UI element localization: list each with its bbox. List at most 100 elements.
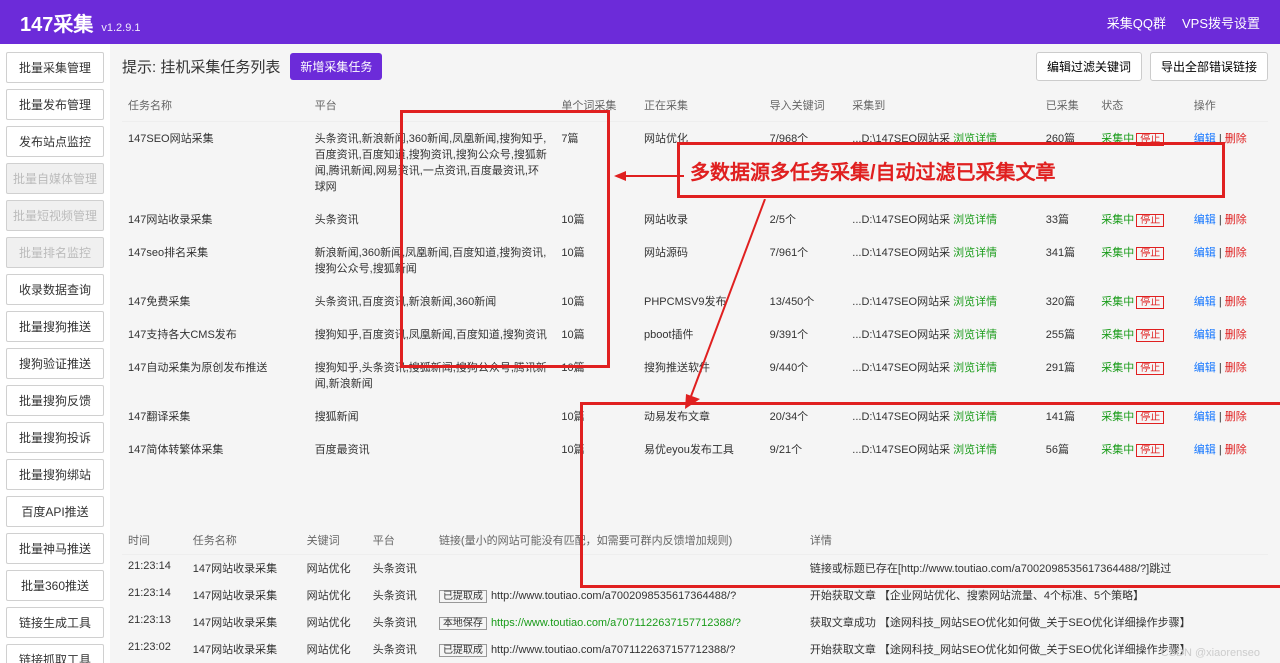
cell-collecting: 动易发布文章 bbox=[638, 400, 764, 433]
stop-button[interactable]: 停止 bbox=[1136, 411, 1164, 424]
cell-collected: 141篇 bbox=[1040, 400, 1096, 433]
edit-link[interactable]: 编辑 bbox=[1194, 411, 1216, 423]
stop-button[interactable]: 停止 bbox=[1136, 133, 1164, 146]
cell-collected: 320篇 bbox=[1040, 285, 1096, 318]
sidebar-item-8[interactable]: 搜狗验证推送 bbox=[6, 348, 104, 379]
delete-link[interactable]: 删除 bbox=[1225, 444, 1247, 456]
log-time: 21:23:02 bbox=[122, 636, 187, 663]
sidebar-item-1[interactable]: 批量发布管理 bbox=[6, 89, 104, 120]
edit-link[interactable]: 编辑 bbox=[1194, 329, 1216, 341]
log-detail: 开始获取文章 【企业网站优化、搜索网站流量、4个标准、5个策略】 bbox=[804, 582, 1268, 609]
edit-link[interactable]: 编辑 bbox=[1194, 247, 1216, 259]
cell-ops: 编辑 | 删除 bbox=[1188, 285, 1268, 318]
view-detail-link[interactable]: 浏览详情 bbox=[953, 133, 997, 145]
view-detail-link[interactable]: 浏览详情 bbox=[953, 329, 997, 341]
view-detail-link[interactable]: 浏览详情 bbox=[953, 362, 997, 374]
sidebar-item-12[interactable]: 百度API推送 bbox=[6, 496, 104, 527]
sidebar-item-3: 批量自媒体管理 bbox=[6, 163, 104, 194]
cell-keywords: 9/391个 bbox=[764, 318, 847, 351]
cell-count: 10篇 bbox=[555, 318, 638, 351]
cell-ops: 编辑 | 删除 bbox=[1188, 203, 1268, 236]
log-link[interactable]: https://www.toutiao.com/a707112263715771… bbox=[491, 617, 741, 629]
watermark: CSDN @xiaorenseo bbox=[1161, 647, 1260, 659]
stop-button[interactable]: 停止 bbox=[1136, 362, 1164, 375]
log-link[interactable]: http://www.toutiao.com/a7071122637157712… bbox=[491, 644, 735, 656]
cell-platform: 头条资讯 bbox=[309, 203, 556, 236]
stop-button[interactable]: 停止 bbox=[1136, 247, 1164, 260]
log-keyword: 网站优化 bbox=[301, 582, 367, 609]
cell-keywords: 2/5个 bbox=[764, 203, 847, 236]
view-detail-link[interactable]: 浏览详情 bbox=[953, 411, 997, 423]
new-task-button[interactable]: 新增采集任务 bbox=[290, 53, 382, 80]
cell-status: 采集中停止 bbox=[1095, 318, 1188, 351]
filter-keyword-button[interactable]: 编辑过滤关键词 bbox=[1036, 52, 1142, 81]
cell-saveto: ...D:\147SEO网站采 浏览详情 bbox=[846, 400, 1040, 433]
view-detail-link[interactable]: 浏览详情 bbox=[953, 247, 997, 259]
header-link-qq[interactable]: 采集QQ群 bbox=[1107, 13, 1166, 32]
cell-status: 采集中停止 bbox=[1095, 433, 1188, 466]
table-row: 147免费采集头条资讯,百度资讯,新浪新闻,360新闻10篇PHPCMSV9发布… bbox=[122, 285, 1268, 318]
sidebar-item-9[interactable]: 批量搜狗反馈 bbox=[6, 385, 104, 416]
sidebar-item-2[interactable]: 发布站点监控 bbox=[6, 126, 104, 157]
column-header: 单个词采集 bbox=[555, 89, 638, 122]
log-link-cell: 已提取成http://www.toutiao.com/a707112263715… bbox=[433, 636, 804, 663]
cell-count: 10篇 bbox=[555, 203, 638, 236]
cell-collecting: 网站收录 bbox=[638, 203, 764, 236]
log-platform: 头条资讯 bbox=[367, 582, 433, 609]
log-time: 21:23:14 bbox=[122, 555, 187, 582]
sidebar-item-13[interactable]: 批量神马推送 bbox=[6, 533, 104, 564]
delete-link[interactable]: 删除 bbox=[1225, 214, 1247, 226]
delete-link[interactable]: 删除 bbox=[1225, 329, 1247, 341]
log-task: 147网站收录采集 bbox=[187, 609, 301, 636]
edit-link[interactable]: 编辑 bbox=[1194, 444, 1216, 456]
cell-collected: 255篇 bbox=[1040, 318, 1096, 351]
cell-platform: 新浪新闻,360新闻,凤凰新闻,百度知道,搜狗资讯,搜狗公众号,搜狐新闻 bbox=[309, 236, 556, 285]
sidebar-item-0[interactable]: 批量采集管理 bbox=[6, 52, 104, 83]
edit-link[interactable]: 编辑 bbox=[1194, 133, 1216, 145]
cell-status: 采集中停止 bbox=[1095, 203, 1188, 236]
log-platform: 头条资讯 bbox=[367, 609, 433, 636]
sidebar-item-10[interactable]: 批量搜狗投诉 bbox=[6, 422, 104, 453]
cell-ops: 编辑 | 删除 bbox=[1188, 236, 1268, 285]
sidebar-item-15[interactable]: 链接生成工具 bbox=[6, 607, 104, 638]
edit-link[interactable]: 编辑 bbox=[1194, 296, 1216, 308]
cell-name: 147免费采集 bbox=[122, 285, 309, 318]
log-link-cell: 已提取成http://www.toutiao.com/a700209853561… bbox=[433, 582, 804, 609]
sidebar-item-11[interactable]: 批量搜狗绑站 bbox=[6, 459, 104, 490]
stop-button[interactable]: 停止 bbox=[1136, 214, 1164, 227]
stop-button[interactable]: 停止 bbox=[1136, 444, 1164, 457]
stop-button[interactable]: 停止 bbox=[1136, 329, 1164, 342]
cell-keywords: 20/34个 bbox=[764, 400, 847, 433]
delete-link[interactable]: 删除 bbox=[1225, 296, 1247, 308]
cell-keywords: 7/961个 bbox=[764, 236, 847, 285]
delete-link[interactable]: 删除 bbox=[1225, 362, 1247, 374]
cell-platform: 搜狐新闻 bbox=[309, 400, 556, 433]
edit-link[interactable]: 编辑 bbox=[1194, 214, 1216, 226]
sidebar: 批量采集管理批量发布管理发布站点监控批量自媒体管理批量短视频管理批量排名监控收录… bbox=[0, 44, 110, 663]
cell-keywords: 9/21个 bbox=[764, 433, 847, 466]
header-link-vps[interactable]: VPS拨号设置 bbox=[1182, 13, 1260, 32]
view-detail-link[interactable]: 浏览详情 bbox=[953, 214, 997, 226]
log-time: 21:23:14 bbox=[122, 582, 187, 609]
log-platform: 头条资讯 bbox=[367, 636, 433, 663]
cell-name: 147自动采集为原创发布推送 bbox=[122, 351, 309, 400]
sidebar-item-7[interactable]: 批量搜狗推送 bbox=[6, 311, 104, 342]
export-error-button[interactable]: 导出全部错误链接 bbox=[1150, 52, 1268, 81]
stop-button[interactable]: 停止 bbox=[1136, 296, 1164, 309]
delete-link[interactable]: 删除 bbox=[1225, 411, 1247, 423]
log-link[interactable]: http://www.toutiao.com/a7002098535617364… bbox=[491, 590, 736, 602]
sidebar-item-6[interactable]: 收录数据查询 bbox=[6, 274, 104, 305]
delete-link[interactable]: 删除 bbox=[1225, 133, 1247, 145]
log-detail: 获取文章成功 【途网科技_网站SEO优化如何做_关于SEO优化详细操作步骤】 bbox=[804, 609, 1268, 636]
log-column-header: 关键词 bbox=[301, 526, 367, 555]
sidebar-item-14[interactable]: 批量360推送 bbox=[6, 570, 104, 601]
sidebar-item-16[interactable]: 链接抓取工具 bbox=[6, 644, 104, 663]
view-detail-link[interactable]: 浏览详情 bbox=[953, 296, 997, 308]
edit-link[interactable]: 编辑 bbox=[1194, 362, 1216, 374]
cell-count: 7篇 bbox=[555, 122, 638, 203]
cell-name: 147seo排名采集 bbox=[122, 236, 309, 285]
view-detail-link[interactable]: 浏览详情 bbox=[953, 444, 997, 456]
table-row: 147自动采集为原创发布推送搜狗知乎,头条资讯,搜狐新闻,搜狗公众号,腾讯新闻,… bbox=[122, 351, 1268, 400]
log-keyword: 网站优化 bbox=[301, 555, 367, 582]
delete-link[interactable]: 删除 bbox=[1225, 247, 1247, 259]
